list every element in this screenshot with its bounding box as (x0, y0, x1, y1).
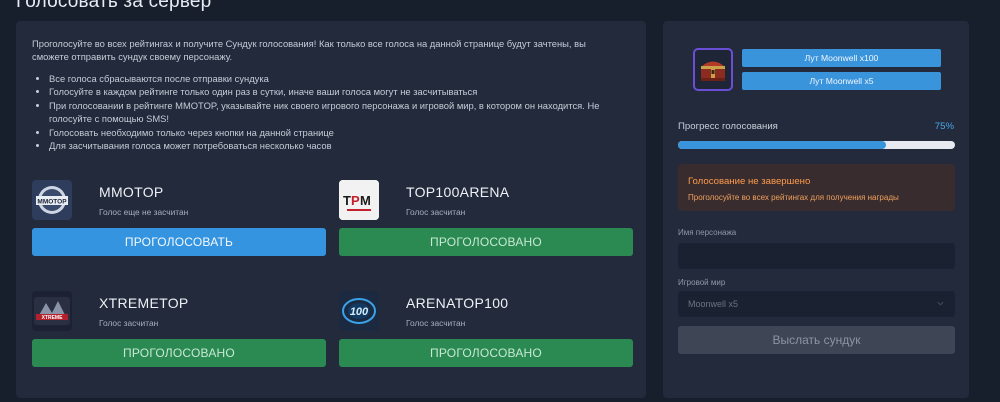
alert-text: Проголосуйте во всех рейтингах для получ… (688, 193, 899, 202)
rule-item: Все голоса сбрасываются после отправки с… (36, 72, 629, 85)
vote-status: Голос засчитан (99, 318, 159, 328)
site-name: TOP100ARENA (406, 184, 510, 200)
vote-intro-text: Проголосуйте во всех рейтингах и получит… (32, 38, 586, 62)
vote-rules-list: Все голоса сбрасываются после отправки с… (36, 72, 629, 152)
site-name: ARENATOP100 (406, 295, 509, 311)
progress-percent: 75% (934, 121, 954, 132)
vote-button-xtremetop[interactable]: ПРОГОЛОСОВАНО (32, 339, 326, 367)
page-title: Голосовать за сервер (16, 0, 212, 12)
chest-thumbnail (693, 48, 733, 91)
alert-title: Голосование не завершено (688, 176, 811, 187)
reward-panel: Лут Moonwell x100 Лут Moonwell x5 Прогре… (663, 21, 969, 398)
world-select-value: Moonwell x5 (688, 299, 739, 309)
rule-item: Голосуйте в каждом рейтинге только один … (36, 85, 629, 98)
vote-site-mmotop: MMOTOP MMOTOP Голос еще не засчитан ПРОГ… (32, 180, 326, 265)
svg-text:100: 100 (350, 306, 369, 318)
vote-button-mmotop[interactable]: ПРОГОЛОСОВАТЬ (32, 228, 326, 256)
progress-fill (678, 141, 886, 149)
treasure-chest-icon (701, 61, 725, 81)
loot-tag: Лут Moonwell x100 (742, 49, 941, 67)
rule-item: Голосовать необходимо только через кнопк… (36, 126, 629, 139)
vote-status: Голос засчитан (406, 207, 466, 217)
vote-status: Голос еще не засчитан (99, 207, 189, 217)
vote-site-top100arena: T P M TOP100ARENA Голос засчитан ПРОГОЛО… (339, 180, 633, 265)
character-name-field[interactable] (678, 243, 955, 269)
send-chest-button[interactable]: Выслать сундук (678, 326, 955, 354)
svg-text:P: P (351, 193, 360, 208)
svg-text:XTREME: XTREME (42, 315, 64, 321)
progress-label: Прогресс голосования (678, 121, 778, 132)
svg-text:T: T (343, 193, 351, 208)
world-select[interactable]: Moonwell x5 (678, 291, 955, 317)
svg-text:M: M (360, 193, 371, 208)
vote-site-xtremetop: XTREME XTREMETOP Голос засчитан ПРОГОЛОС… (32, 291, 326, 376)
arenatop100-logo: 100 (339, 291, 379, 331)
character-name-input[interactable] (688, 251, 955, 261)
loot-tag: Лут Moonwell x5 (742, 72, 941, 90)
vote-site-arenatop100: 100 ARENATOP100 Голос засчитан ПРОГОЛОСО… (339, 291, 633, 376)
chevron-down-icon (937, 301, 944, 306)
world-label: Игровой мир (678, 278, 726, 287)
vote-button-arenatop100[interactable]: ПРОГОЛОСОВАНО (339, 339, 633, 367)
vote-status: Голос засчитан (406, 318, 466, 328)
site-name: XTREMETOP (99, 295, 189, 311)
svg-text:MMOTOP: MMOTOP (37, 199, 67, 206)
vote-panel: Проголосуйте во всех рейтингах и получит… (16, 21, 646, 398)
mmotop-logo: MMOTOP (32, 180, 72, 220)
progress-bar (678, 141, 955, 149)
rule-item: При голосовании в рейтинге MMOTOP, указы… (36, 99, 629, 126)
character-name-label: Имя персонажа (678, 228, 737, 237)
xtremetop-logo: XTREME (32, 291, 72, 331)
vote-button-top100arena[interactable]: ПРОГОЛОСОВАНО (339, 228, 633, 256)
site-name: MMOTOP (99, 184, 164, 200)
incomplete-alert: Голосование не завершено Проголосуйте во… (678, 164, 955, 211)
top100arena-logo: T P M (339, 180, 379, 220)
rule-item: Для засчитывания голоса может потребоват… (36, 139, 629, 152)
